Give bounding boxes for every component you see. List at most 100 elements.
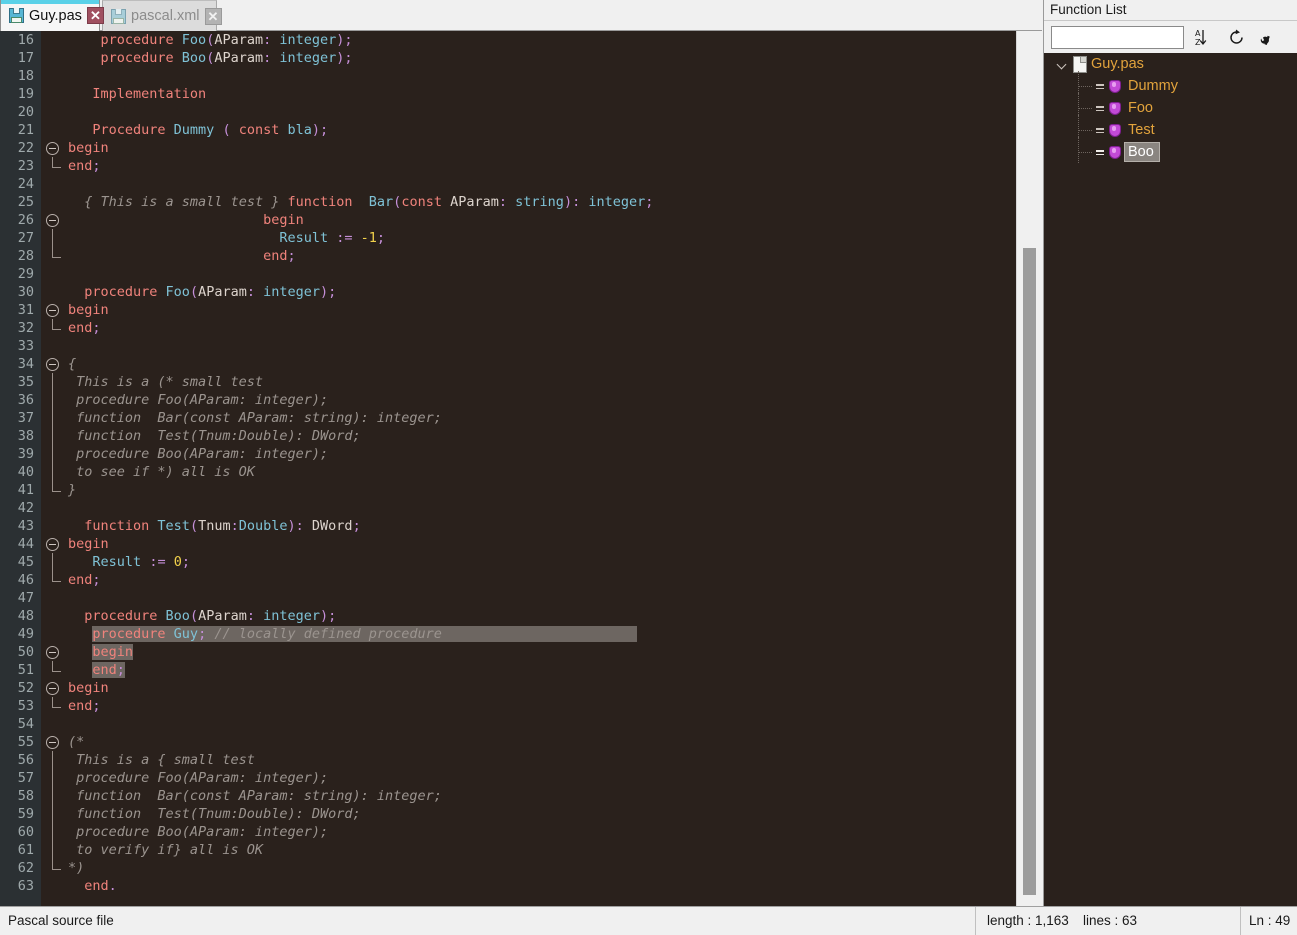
code-line[interactable]: This is a { small test [68,751,1016,769]
code-line[interactable]: function Test(Tnum:Double): DWord; [68,805,1016,823]
fold-collapse-icon[interactable] [46,304,59,317]
code-line[interactable]: } [68,481,1016,499]
code-token: Boo [181,50,207,66]
code-line[interactable]: begin [68,679,1016,697]
code-line[interactable]: { This is a small test } function Bar(co… [68,193,1016,211]
close-icon[interactable]: ✕ [86,7,104,24]
code-line[interactable]: end; [68,697,1016,715]
fold-cell[interactable] [41,139,68,157]
fold-margin[interactable] [41,31,68,906]
code-line[interactable]: Result := -1; [68,229,1016,247]
fold-cell[interactable] [41,679,68,697]
code-token: string [515,194,564,210]
code-line[interactable]: begin [68,211,1016,229]
code-line[interactable]: procedure Foo(AParam: integer); [68,391,1016,409]
code-token: ); [320,284,337,300]
code-line[interactable] [68,337,1016,355]
code-line[interactable] [68,499,1016,517]
code-line[interactable]: to verify if} all is OK [68,841,1016,859]
editor-vertical-scrollbar[interactable] [1016,31,1042,906]
tab-guy-pas[interactable]: Guy.pas ✕ [0,0,104,31]
code-line[interactable] [68,175,1016,193]
code-line[interactable]: end. [68,877,1016,895]
code-line[interactable]: begin [68,139,1016,157]
fold-collapse-icon[interactable] [46,538,59,551]
sort-button[interactable]: A Z [1192,26,1216,49]
tree-root-label: Guy.pas [1091,56,1144,72]
code-line[interactable]: procedure Boo(AParam: integer); [68,607,1016,625]
fold-guide-line [52,445,54,463]
fold-cell[interactable] [41,535,68,553]
function-tree[interactable]: Guy.pas Dummy Foo Test Boo [1044,53,1297,906]
code-line[interactable]: Result := 0; [68,553,1016,571]
fold-collapse-icon[interactable] [46,142,59,155]
selected-text[interactable]: begin [92,644,134,660]
code-line[interactable]: function Bar(const AParam: string): inte… [68,787,1016,805]
code-line[interactable] [68,103,1016,121]
close-icon[interactable]: ✕ [204,7,222,25]
code-line[interactable]: Implementation [68,85,1016,103]
code-line[interactable]: { [68,355,1016,373]
tree-root-node[interactable]: Guy.pas [1044,53,1297,75]
code-token: function Test(Tnum:Double): DWord; [68,428,361,444]
tree-item-label: Test [1128,122,1155,138]
code-line[interactable]: function Test(Tnum:Double): DWord; [68,517,1016,535]
fold-cell[interactable] [41,355,68,373]
line-number: 50 [17,644,34,660]
code-line[interactable] [68,715,1016,733]
code-line[interactable] [68,67,1016,85]
code-line[interactable]: procedure Boo(AParam: integer); [68,49,1016,67]
tree-item-foo[interactable]: Foo [1044,93,1297,119]
scrollbar-thumb[interactable] [1023,248,1036,895]
code-line[interactable]: to see if *) all is OK [68,463,1016,481]
fold-collapse-icon[interactable] [46,214,59,227]
code-line[interactable]: function Test(Tnum:Double): DWord; [68,427,1016,445]
fold-cell[interactable] [41,643,68,661]
code-line[interactable]: procedure Boo(AParam: integer); [68,445,1016,463]
tab-pascal-xml[interactable]: pascal.xml ✕ [102,0,222,31]
fold-collapse-icon[interactable] [46,358,59,371]
code-line[interactable]: end; [68,247,1016,265]
code-line[interactable]: procedure Boo(AParam: integer); [68,823,1016,841]
fold-cell [41,877,68,895]
fold-collapse-icon[interactable] [46,682,59,695]
fold-cell[interactable] [41,211,68,229]
reload-button[interactable] [1224,26,1248,49]
code-line[interactable]: end; [68,571,1016,589]
search-input[interactable] [1051,26,1184,49]
chevron-down-icon[interactable] [1056,58,1069,71]
selected-text[interactable]: procedure Guy; // locally defined proced… [92,626,637,642]
code-text-area[interactable]: procedure Foo(AParam: integer); procedur… [68,31,1016,906]
code-line[interactable]: procedure Foo(AParam: integer); [68,31,1016,49]
code-line[interactable]: function Bar(const AParam: string): inte… [68,409,1016,427]
code-line[interactable]: This is a (* small test [68,373,1016,391]
selected-text[interactable]: end; [92,662,125,678]
svg-text:A: A [1195,29,1201,38]
code-line[interactable]: begin [68,535,1016,553]
code-line[interactable]: Procedure Dummy ( const bla); [68,121,1016,139]
fold-cell [41,391,68,409]
code-line[interactable]: end; [68,319,1016,337]
tree-item-dummy[interactable]: Dummy [1044,71,1297,97]
tree-item-boo[interactable]: Boo [1044,137,1297,163]
fold-cell[interactable] [41,733,68,751]
code-line[interactable]: end; [68,157,1016,175]
line-number: 42 [17,500,34,516]
tree-item-test[interactable]: Test [1044,115,1297,141]
code-line[interactable]: begin [68,301,1016,319]
code-editor[interactable]: 16 17 18 19 20 21 22 23 24 25 26 27 28 29 30 31 32 33 34 35… [0,31,1042,906]
code-line[interactable]: (* [68,733,1016,751]
code-line[interactable]: end; [68,661,1016,679]
code-line[interactable]: procedure Foo(AParam: integer); [68,283,1016,301]
code-line[interactable] [68,589,1016,607]
prefs-button[interactable] [1256,26,1280,49]
fold-collapse-icon[interactable] [46,736,59,749]
code-line[interactable]: procedure Guy; // locally defined proced… [68,625,1016,643]
code-line[interactable]: *) [68,859,1016,877]
fold-cell[interactable] [41,301,68,319]
code-line[interactable] [68,265,1016,283]
code-line[interactable]: begin [68,643,1016,661]
line-number: 51 [17,662,34,678]
fold-collapse-icon[interactable] [46,646,59,659]
code-line[interactable]: procedure Foo(AParam: integer); [68,769,1016,787]
